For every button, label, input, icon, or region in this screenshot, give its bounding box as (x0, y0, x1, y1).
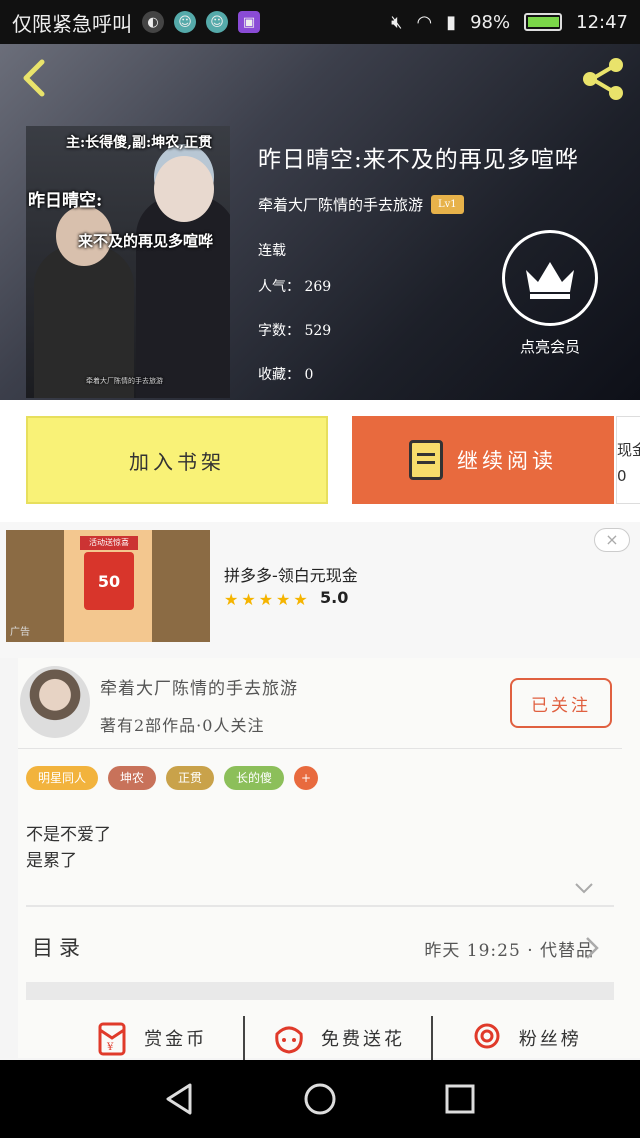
star-icon: ★ (293, 590, 308, 609)
action-bar: 加入书架 继续阅读 现金 0 (0, 400, 640, 522)
tag-pill[interactable]: 明星同人 (26, 766, 99, 790)
ad-banner[interactable]: 活动送惊喜 50 广告 拼多多-领白元现金 ★ ★ ★ ★ ★ 5.0 × (0, 522, 640, 658)
tag-pill[interactable]: 正贯 (166, 766, 215, 790)
back-button[interactable] (16, 58, 52, 98)
system-nav-bar (0, 1060, 640, 1138)
fan-ranking-button[interactable]: 粉丝榜 (430, 1016, 618, 1060)
star-icon: ★ (276, 590, 291, 609)
tip-coins-label: 赏金币 (144, 1029, 208, 1050)
chevron-down-icon (575, 883, 593, 894)
floating-cash-widget[interactable]: 现金 0 (616, 416, 640, 504)
chevron-right-icon[interactable] (584, 936, 600, 966)
add-tag-button[interactable]: + (294, 766, 319, 790)
ad-ribbon: 活动送惊喜 (80, 536, 138, 550)
continue-reading-label: 继续阅读 (457, 449, 557, 473)
tag-list: 明星同人 坤农 正贯 长的傻 + (26, 766, 319, 790)
cover-caption-2: 昨日晴空: (28, 191, 103, 211)
ad-title[interactable]: 拼多多-领白元现金 (224, 562, 358, 586)
vip-button[interactable]: 点亮会员 (502, 230, 598, 357)
qq-notification-icon: ☺ (174, 11, 196, 33)
red-envelope-image: 50 (84, 552, 134, 610)
follow-button[interactable]: 已关注 (510, 678, 612, 728)
add-to-shelf-button[interactable]: 加入书架 (26, 416, 328, 504)
cover-figure-right (136, 156, 230, 398)
app-notification-icon: ◐ (142, 11, 164, 33)
section-separator (26, 982, 614, 1000)
ad-image[interactable]: 活动送惊喜 50 广告 (6, 530, 210, 642)
mute-icon: 🔇︎ (391, 11, 403, 33)
emergency-calls-text: 仅限紧急呼叫 (12, 11, 132, 36)
home-nav-icon[interactable] (302, 1081, 338, 1117)
svg-text:¥: ¥ (106, 1042, 116, 1053)
clock: 12:47 (576, 11, 628, 33)
toc-latest-chapter[interactable]: 昨天 19:25 · 代替品 (424, 936, 594, 961)
continue-reading-button[interactable]: 继续阅读 (352, 416, 614, 504)
star-rating: ★ ★ ★ ★ ★ (224, 590, 308, 609)
intro-line: 是累了 (26, 851, 77, 871)
qq-notification-icon-2: ☺ (206, 11, 228, 33)
flower-icon (275, 1026, 303, 1054)
crown-icon (502, 230, 598, 326)
battery-percent: 98% (470, 11, 511, 33)
star-icon: ★ (241, 590, 256, 609)
book-favorites: 收藏： 0 (258, 367, 314, 383)
tip-coins-button[interactable]: ¥ 赏金币 (58, 1016, 243, 1060)
author-name[interactable]: 牵着大厂陈情的手去旅游 (100, 674, 298, 699)
cover-caption-3: 来不及的再见多喧哗 (78, 232, 214, 250)
sim-icon: ▮ (446, 11, 457, 33)
ad-tag: 广告 (10, 627, 30, 638)
tag-pill[interactable]: 长的傻 (224, 766, 285, 790)
intro-line: 不是不爱了 (26, 825, 111, 845)
book-intro: 不是不爱了 是累了 (26, 822, 111, 874)
back-nav-icon[interactable] (162, 1081, 198, 1117)
author-section: 牵着大厂陈情的手去旅游 著有2部作品·0人关注 已关注 明星同人 坤农 正贯 长… (18, 658, 640, 1060)
star-icon: ★ (258, 590, 274, 609)
back-arrow-icon (23, 59, 45, 97)
cover-caption-4: 牵着大厂陈情的手去旅游 (86, 377, 163, 385)
book-title: 昨日晴空:来不及的再见多喧哗 (258, 147, 579, 173)
share-icon (583, 58, 623, 100)
send-flower-button[interactable]: 免费送花 (243, 1016, 430, 1060)
wifi-icon: ◠ (416, 11, 433, 33)
book-header: 主:长得傻,副:坤农,正贯 昨日晴空: 来不及的再见多喧哗 牵着大厂陈情的手去旅… (0, 44, 640, 400)
ad-rating: 5.0 (320, 588, 349, 607)
divider (18, 748, 622, 749)
author-level-badge: Lv1 (431, 195, 464, 214)
author-stats: 著有2部作品·0人关注 (100, 716, 265, 735)
book-author[interactable]: 牵着大厂陈情的手去旅游 (258, 194, 423, 215)
fan-ranking-label: 粉丝榜 (518, 1029, 582, 1050)
battery-icon (524, 13, 563, 31)
vip-label: 点亮会员 (519, 338, 580, 356)
expand-intro-button[interactable] (574, 878, 594, 898)
share-button[interactable] (578, 54, 628, 104)
author-row: 牵着大厂陈情的手去旅游 Lv1 (258, 194, 579, 215)
bottom-action-row: ¥ 赏金币 免费送花 粉丝榜 (58, 1016, 618, 1060)
red-envelope-icon: ¥ (98, 1022, 126, 1056)
divider (26, 905, 614, 907)
medal-icon (474, 1023, 500, 1049)
author-avatar[interactable] (20, 666, 90, 738)
send-flower-label: 免费送花 (320, 1029, 405, 1050)
star-icon: ★ (224, 590, 239, 609)
gallery-notification-icon: ▣ (238, 11, 260, 33)
status-bar: 仅限紧急呼叫 ◐ ☺ ☺ ▣ 🔇︎ ◠ ▮ 98% 12:47 (0, 0, 640, 44)
tag-pill[interactable]: 坤农 (108, 766, 157, 790)
book-cover[interactable]: 主:长得傻,副:坤农,正贯 昨日晴空: 来不及的再见多喧哗 牵着大厂陈情的手去旅… (26, 126, 230, 398)
ad-close-button[interactable]: × (594, 528, 630, 552)
recents-nav-icon[interactable] (442, 1081, 478, 1117)
cover-caption-1: 主:长得傻,副:坤农,正贯 (66, 135, 213, 151)
floating-cash-text: 现金 0 (617, 441, 640, 485)
toc-label[interactable]: 目录 (32, 932, 86, 962)
book-icon (409, 440, 443, 480)
